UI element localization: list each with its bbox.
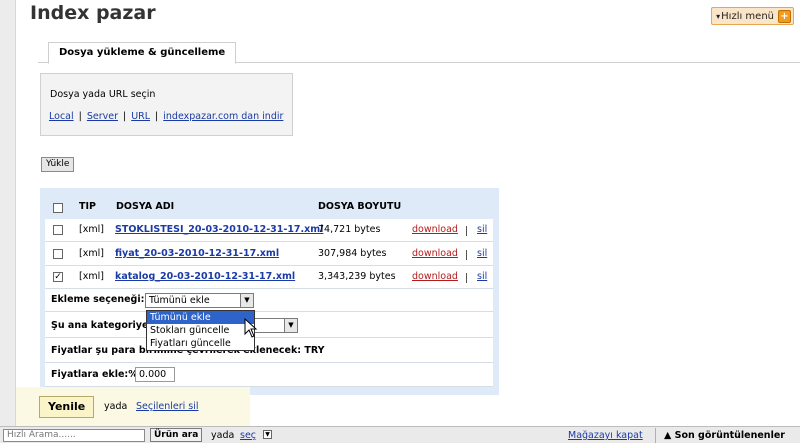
mouse-cursor-icon <box>244 318 258 338</box>
bottom-toolbar: Hızlı Arama...... Ürün ara yada seç ▼ Ma… <box>0 426 800 443</box>
download-link[interactable]: download <box>412 271 458 282</box>
link-indexpazar-download[interactable]: indexpazar.com dan indir <box>163 111 283 122</box>
upload-prompt: Dosya yada URL seçin <box>50 89 156 100</box>
file-name-link[interactable]: katalog_20-03-2010-12-31-17.xml <box>115 271 295 282</box>
file-type: [xml] <box>79 271 104 282</box>
delete-link[interactable]: sil <box>477 248 487 259</box>
file-size: 307,984 bytes <box>318 248 387 259</box>
plus-icon: + <box>778 9 791 23</box>
row-checkbox-checked[interactable]: ✓ <box>53 272 63 282</box>
upload-source-links: Local | Server | URL | indexpazar.com dan indi… <box>49 111 284 122</box>
download-link[interactable]: download <box>412 224 458 235</box>
or-label: yada <box>104 401 128 412</box>
add-option-row: Ekleme seçeneği: Tümünü ekle ▼ <box>45 289 493 312</box>
select-link[interactable]: seç <box>240 430 256 441</box>
file-name-link[interactable]: STOKLISTESI_20-03-2010-12-31-17.xml <box>115 224 323 235</box>
search-product-button[interactable]: Ürün ara <box>150 428 203 442</box>
link-server[interactable]: Server <box>87 111 118 122</box>
header-file-name: DOSYA ADI <box>116 201 175 212</box>
quick-menu-label: Hızlı menü <box>721 10 774 22</box>
file-name-link[interactable]: fiyat_20-03-2010-12-31-17.xml <box>115 248 279 259</box>
file-size: 3,343,239 bytes <box>318 271 396 282</box>
divider <box>466 273 467 283</box>
divider <box>466 226 467 236</box>
select-all-checkbox[interactable] <box>53 203 63 213</box>
delete-link[interactable]: sil <box>477 271 487 282</box>
refresh-button[interactable]: Yenile <box>39 396 95 418</box>
table-row: [xml] STOKLISTESI_20-03-2010-12-31-17.xm… <box>45 219 493 242</box>
dropdown-option-prices[interactable]: Fiyatları güncelle <box>147 337 254 350</box>
price-add-input[interactable]: 0.000 <box>135 367 175 382</box>
dropdown-arrow-icon[interactable]: ▼ <box>263 430 272 439</box>
currency-row: Fiyatlar şu para birimine çevrilerek ekl… <box>45 338 493 363</box>
table-header: TIP DOSYA ADI DOSYA BOYUTU <box>45 198 493 218</box>
or-label: yada <box>211 430 235 441</box>
file-type: [xml] <box>79 224 104 235</box>
price-add-label: Fiyatlara ekle:% <box>51 369 138 380</box>
header-file-size: DOSYA BOYUTU <box>318 201 402 212</box>
page-title: Index pazar <box>30 2 156 24</box>
table-row: [xml] fiyat_20-03-2010-12-31-17.xml 307,… <box>45 242 493 266</box>
delete-selected-link[interactable]: Seçilenleri sil <box>136 401 199 412</box>
dropdown-option-stock[interactable]: Stokları güncelle <box>147 324 254 337</box>
category-row: Şu ana kategoriye ▼ <box>45 312 493 338</box>
tab-file-upload[interactable]: Dosya yükleme & güncelleme <box>48 42 237 64</box>
add-option-select[interactable]: Tümünü ekle ▼ <box>145 293 254 308</box>
delete-link[interactable]: sil <box>477 224 487 235</box>
file-list-panel: TIP DOSYA ADI DOSYA BOYUTU [xml] STOKLIS… <box>40 188 499 395</box>
caret-down-icon: ▾ <box>716 11 721 21</box>
add-option-label: Ekleme seçeneği: <box>51 294 145 305</box>
table-row: ✓ [xml] katalog_20-03-2010-12-31-17.xml … <box>45 266 493 289</box>
file-size: 74,721 bytes <box>318 224 381 235</box>
category-label: Şu ana kategoriye <box>51 320 149 331</box>
recently-viewed-toggle[interactable]: ▲ Son görüntülenenler <box>664 430 785 441</box>
quick-search-input[interactable]: Hızlı Arama...... <box>3 429 145 442</box>
file-type: [xml] <box>79 248 104 259</box>
link-url[interactable]: URL <box>131 111 150 122</box>
divider <box>466 250 467 260</box>
add-option-dropdown-list: Tümünü ekle Stokları güncelle Fiyatları … <box>146 310 255 351</box>
select-arrow-icon: ▼ <box>240 294 253 307</box>
divider <box>655 428 656 443</box>
header-tip: TIP <box>79 201 96 212</box>
quick-menu-button[interactable]: ▾ Hızlı menü + <box>711 7 794 25</box>
row-checkbox[interactable] <box>53 249 63 259</box>
left-edge-strip <box>0 0 16 443</box>
download-link[interactable]: download <box>412 248 458 259</box>
select-arrow-icon: ▼ <box>284 319 297 332</box>
add-option-selected-value: Tümünü ekle <box>149 295 210 306</box>
dropdown-option-all[interactable]: Tümünü ekle <box>147 311 254 324</box>
link-local[interactable]: Local <box>49 111 74 122</box>
close-store-link[interactable]: Mağazayı kapat <box>568 430 643 441</box>
row-checkbox[interactable] <box>53 225 63 235</box>
price-add-row: Fiyatlara ekle:% 0.000 <box>45 363 493 387</box>
upload-button[interactable]: Yükle <box>41 157 75 172</box>
upload-source-box: Dosya yada URL seçin Local | Server | URL | in… <box>40 73 293 136</box>
